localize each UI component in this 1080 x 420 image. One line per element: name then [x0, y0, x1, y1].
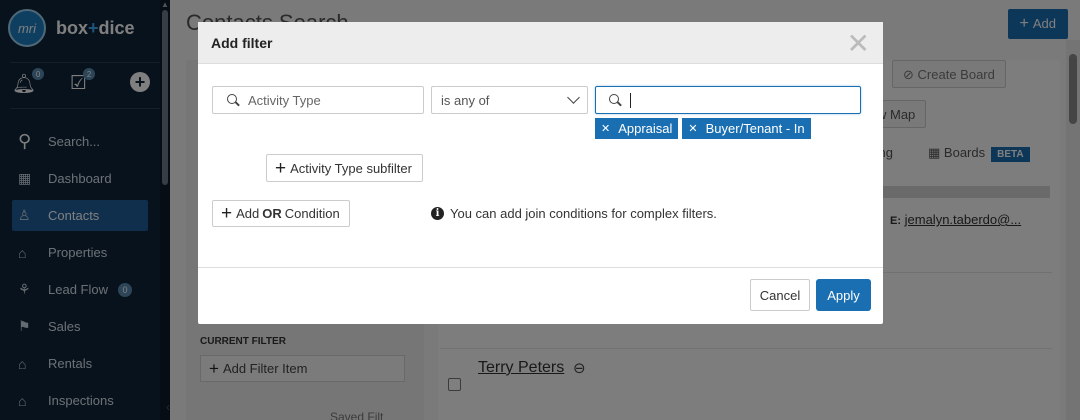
info-hint: i You can add join conditions for comple… [431, 206, 717, 221]
tag-label: Buyer/Tenant - In [705, 121, 805, 136]
or-keyword: OR [262, 206, 282, 221]
selected-tags: ✕ Appraisal ✕ Buyer/Tenant - In [595, 118, 811, 139]
field-type-select[interactable]: Activity Type [212, 86, 424, 114]
operator-value: is any of [441, 92, 490, 108]
modal-header: Add filter [198, 22, 883, 64]
or-suffix: Condition [284, 206, 340, 221]
chevron-down-icon [567, 91, 580, 104]
or-prefix: Add [236, 206, 260, 221]
subfilter-label: Activity Type subfilter [290, 160, 412, 176]
field-type-value: Activity Type [248, 92, 321, 108]
operator-select[interactable]: is any of [431, 86, 588, 114]
value-search-input[interactable] [595, 86, 861, 114]
close-icon[interactable]: ✕ [847, 30, 870, 58]
add-or-condition-button[interactable]: + Add OR Condition [212, 200, 350, 227]
tag-buyer-tenant-in: ✕ Buyer/Tenant - In [682, 118, 811, 139]
search-icon [609, 93, 622, 107]
plus-icon: + [221, 203, 233, 224]
plus-icon: + [275, 157, 287, 179]
info-icon: i [431, 207, 444, 220]
remove-tag-icon[interactable]: ✕ [688, 122, 697, 135]
info-text: You can add join conditions for complex … [450, 206, 717, 221]
add-filter-modal: Add filter ✕ Activity Type is any of ✕ Ap… [198, 22, 883, 324]
text-cursor [630, 92, 631, 108]
search-icon [227, 93, 240, 107]
modal-title: Add filter [211, 34, 273, 51]
cancel-button[interactable]: Cancel [750, 279, 810, 311]
apply-button[interactable]: Apply [816, 279, 871, 311]
footer-divider [198, 267, 883, 268]
remove-tag-icon[interactable]: ✕ [601, 122, 610, 135]
tag-label: Appraisal [618, 121, 673, 136]
tag-appraisal: ✕ Appraisal [595, 118, 679, 139]
add-subfilter-button[interactable]: + Activity Type subfilter [266, 154, 423, 182]
